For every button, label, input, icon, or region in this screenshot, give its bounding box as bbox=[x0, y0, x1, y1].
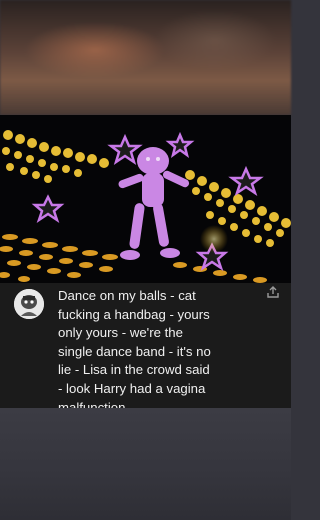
share-icon[interactable] bbox=[265, 285, 281, 301]
comment-card: Dance on my balls - cat fucking a handba… bbox=[0, 283, 291, 415]
comment-text: Dance on my balls - cat fucking a handba… bbox=[58, 288, 211, 415]
blurred-bottom-background bbox=[0, 408, 291, 520]
blurred-top-background bbox=[0, 0, 291, 115]
dance-scene-graphic bbox=[0, 115, 291, 283]
avatar-icon[interactable] bbox=[14, 289, 44, 319]
video-frame[interactable] bbox=[0, 115, 291, 283]
